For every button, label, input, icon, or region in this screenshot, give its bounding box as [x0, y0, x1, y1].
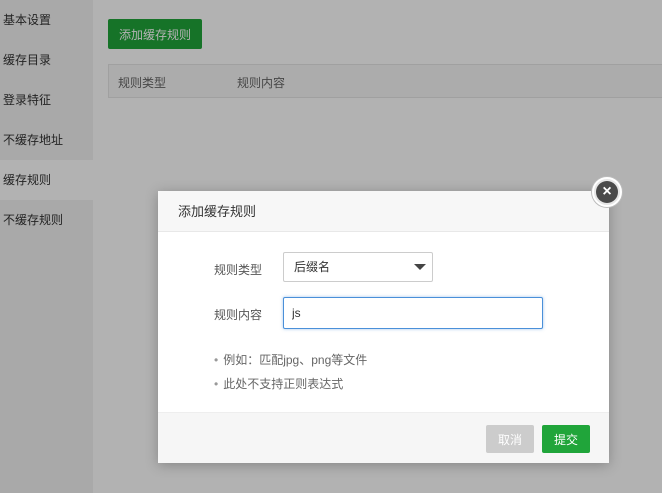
rule-type-label: 规则类型	[214, 263, 263, 277]
rule-type-value: 后缀名	[294, 260, 331, 274]
rule-content-input[interactable]	[283, 297, 543, 329]
rule-type-select[interactable]: 后缀名	[283, 252, 433, 282]
cancel-button[interactable]: 取消	[486, 425, 534, 453]
chevron-down-icon	[414, 264, 426, 270]
close-icon: ×	[596, 181, 618, 203]
tips-list: 例如：匹配jpg、png等文件 此处不支持正则表达式	[214, 348, 367, 396]
close-button[interactable]: ×	[592, 177, 622, 207]
tip-item: 例如：匹配jpg、png等文件	[214, 348, 367, 372]
tip-item: 此处不支持正则表达式	[214, 372, 367, 396]
add-rule-dialog: 添加缓存规则 规则类型 后缀名 规则内容 例如：匹配jpg、png等文件 此处不…	[158, 191, 609, 463]
rule-content-label: 规则内容	[214, 308, 263, 322]
dialog-footer: 取消 提交	[158, 412, 609, 463]
dialog-title: 添加缓存规则	[158, 191, 609, 232]
submit-button[interactable]: 提交	[542, 425, 590, 453]
